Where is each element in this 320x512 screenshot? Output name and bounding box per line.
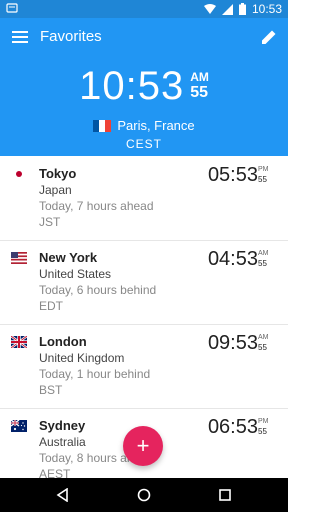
wifi-icon	[203, 3, 216, 15]
signal-icon	[221, 3, 233, 15]
city-seconds: 55	[258, 259, 267, 268]
city-seconds: 55	[258, 343, 267, 352]
timezone-abbr: AEST	[39, 467, 71, 478]
status-time: 10:53	[251, 2, 282, 16]
current-timezone: CEST	[125, 137, 162, 151]
current-ampm: AM	[190, 70, 209, 84]
city-name: London	[39, 334, 87, 349]
battery-icon	[238, 3, 246, 15]
status-bar: 10:53	[0, 0, 288, 18]
recents-icon[interactable]	[218, 488, 232, 502]
current-time-hm: 10:53	[79, 64, 185, 108]
japan-flag-icon	[11, 168, 27, 180]
current-seconds: 55	[190, 84, 209, 101]
header: Favorites 10:53 AM 55 Paris, France CEST	[0, 18, 288, 156]
city-seconds: 55	[258, 427, 267, 436]
usa-flag-icon	[11, 252, 27, 264]
back-icon[interactable]	[56, 487, 70, 503]
city-ampm: PM	[258, 418, 269, 425]
current-location-label: Paris, France	[117, 118, 195, 133]
city-name: New York	[39, 250, 98, 265]
city-ampm: AM	[258, 334, 269, 341]
city-ampm: PM	[258, 166, 269, 173]
timezone-abbr: BST	[39, 383, 63, 397]
add-city-button[interactable]: +	[123, 426, 163, 466]
city-ampm: AM	[258, 250, 269, 257]
country-name: Australia	[39, 435, 86, 449]
timezone-abbr: JST	[39, 215, 61, 229]
toolbar: Favorites	[0, 18, 288, 58]
list-item[interactable]: London United Kingdom Today, 1 hour behi…	[0, 324, 288, 409]
list-item[interactable]: Tokyo Japan Today, 7 hours ahead JST 05:…	[0, 156, 288, 241]
navigation-bar	[0, 478, 288, 512]
australia-flag-icon	[11, 420, 27, 432]
timezone-abbr: EDT	[39, 299, 63, 313]
uk-flag-icon	[11, 336, 27, 348]
current-location: Paris, France	[0, 118, 288, 133]
city-time: 04:53	[207, 248, 258, 270]
home-icon[interactable]	[137, 488, 151, 502]
current-time: 10:53 AM 55	[0, 66, 288, 106]
city-time: 05:53	[207, 164, 258, 186]
country-name: United States	[39, 267, 112, 281]
france-flag-icon	[93, 119, 112, 132]
page-title: Favorites	[40, 28, 102, 45]
time-difference: Today, 1 hour behind	[39, 367, 151, 381]
edit-icon[interactable]	[260, 28, 278, 46]
menu-icon[interactable]	[12, 30, 28, 44]
city-time: 09:53	[207, 332, 258, 354]
city-name: Tokyo	[39, 166, 77, 181]
city-time: 06:53	[207, 416, 258, 438]
time-difference: Today, 7 hours ahead	[39, 199, 154, 213]
country-name: Japan	[39, 183, 72, 197]
time-difference: Today, 6 hours behind	[39, 283, 157, 297]
list-item[interactable]: New York United States Today, 6 hours be…	[0, 240, 288, 325]
notification-icon	[6, 2, 18, 17]
country-name: United Kingdom	[39, 351, 125, 365]
city-seconds: 55	[258, 175, 267, 184]
city-name: Sydney	[39, 418, 86, 433]
